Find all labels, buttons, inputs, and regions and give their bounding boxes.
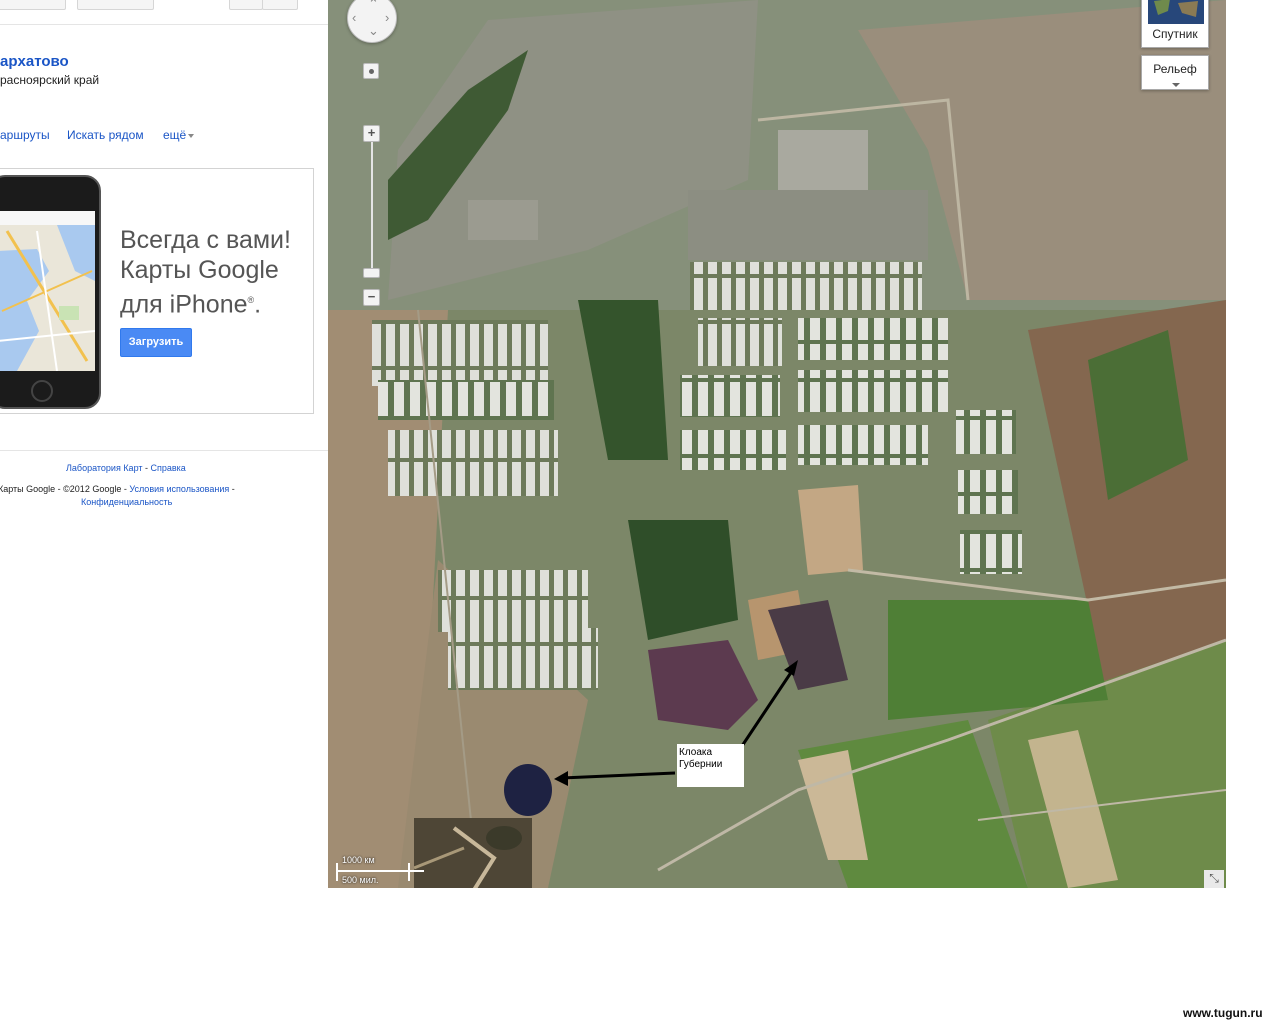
home-button-icon: [31, 380, 53, 402]
privacy-link[interactable]: Конфиденциальность: [81, 497, 172, 507]
footer-sep-2: -: [229, 484, 235, 494]
chevron-down-icon: [1172, 83, 1180, 87]
pan-up-icon[interactable]: ⌃: [368, 0, 379, 10]
place-region: расноярский край: [0, 73, 100, 87]
more-label: ещё: [163, 128, 187, 142]
annotation-callout: Клоака Губернии: [677, 744, 744, 787]
phone-map-screen: [0, 211, 95, 371]
routes-link[interactable]: аршруты: [0, 128, 50, 142]
globe-icon: [1148, 0, 1204, 24]
iphone-image: [0, 175, 101, 409]
scale-tick: [336, 863, 338, 881]
more-menu[interactable]: ещё: [163, 128, 195, 142]
watermark: www.tugun.ru: [1183, 1006, 1263, 1020]
overview-map[interactable]: [414, 818, 532, 888]
footer-line-3: Конфиденциальность: [81, 497, 172, 507]
scale-line: [336, 870, 424, 872]
screenshot-root: арxатово расноярский край аршруты Искать…: [0, 0, 1280, 1024]
zoom-slider-handle[interactable]: [363, 268, 380, 278]
footer-line-1: Лаборатория Карт - Справка: [66, 463, 186, 473]
promo-line-1: Всегда с вами!: [120, 226, 291, 254]
iphone-promo: Всегда с вами! Карты Google для iPhone®.…: [0, 168, 314, 414]
search-nearby-link[interactable]: Искать рядом: [67, 128, 144, 142]
place-title[interactable]: арxатово: [0, 53, 69, 70]
zoom-out-button[interactable]: −: [363, 289, 380, 306]
maps-labs-link[interactable]: Лаборатория Карт: [66, 463, 143, 473]
top-toolbar-button[interactable]: [0, 0, 66, 10]
top-toolbar-button-4[interactable]: [262, 0, 298, 10]
footer-line-2: Карты Google - ©2012 Google - Условия ис…: [0, 484, 235, 494]
left-panel: арxатово расноярский край аршруты Искать…: [0, 0, 328, 888]
scale-tick: [408, 863, 410, 881]
satellite-toggle[interactable]: Спутник: [1141, 0, 1209, 48]
pan-right-icon[interactable]: ›: [385, 11, 389, 24]
help-link[interactable]: Справка: [151, 463, 186, 473]
scale-bar: 1000 км 500 мил.: [336, 855, 426, 885]
promo-line-3-text: для iPhone: [120, 290, 248, 319]
zoom-in-button[interactable]: +: [363, 125, 380, 142]
chevron-down-icon: [188, 133, 195, 138]
relief-label: Рельеф: [1153, 62, 1197, 76]
scale-km-label: 1000 км: [342, 855, 375, 865]
expand-icon[interactable]: ⤡: [1204, 870, 1224, 888]
top-toolbar-button-3[interactable]: [229, 0, 263, 10]
promo-line-3: для iPhone®.: [120, 285, 313, 319]
pan-left-icon[interactable]: ‹: [352, 11, 356, 24]
zoom-slider-track[interactable]: [371, 142, 373, 272]
relief-toggle[interactable]: Рельеф: [1141, 55, 1209, 90]
copyright-text: Карты Google - ©2012 Google -: [0, 484, 130, 494]
callout-line-1: Клоака: [679, 747, 713, 758]
satellite-map[interactable]: ⌃ ‹ › ⌄ + − Спутник Рельеф Клоака Губерн…: [328, 0, 1226, 888]
street-view-pegman-icon[interactable]: [363, 63, 379, 79]
divider: [0, 450, 328, 451]
terms-link[interactable]: Условия использования: [129, 484, 229, 494]
top-toolbar-button-2[interactable]: [77, 0, 154, 10]
promo-line-2: Карты Google: [120, 256, 279, 284]
callout-line-2: Губернии: [679, 759, 723, 770]
divider: [0, 24, 328, 25]
scale-mi-label: 500 мил.: [342, 875, 379, 885]
satellite-label: Спутник: [1152, 27, 1198, 41]
satellite-imagery: [328, 0, 1226, 888]
download-button[interactable]: Загрузить: [120, 328, 192, 357]
footer-sep: -: [142, 463, 151, 473]
pan-down-icon[interactable]: ⌄: [368, 24, 379, 37]
promo-period: .: [254, 290, 262, 319]
promo-title: Всегда с вами! Карты Google для iPhone®.: [120, 225, 313, 319]
